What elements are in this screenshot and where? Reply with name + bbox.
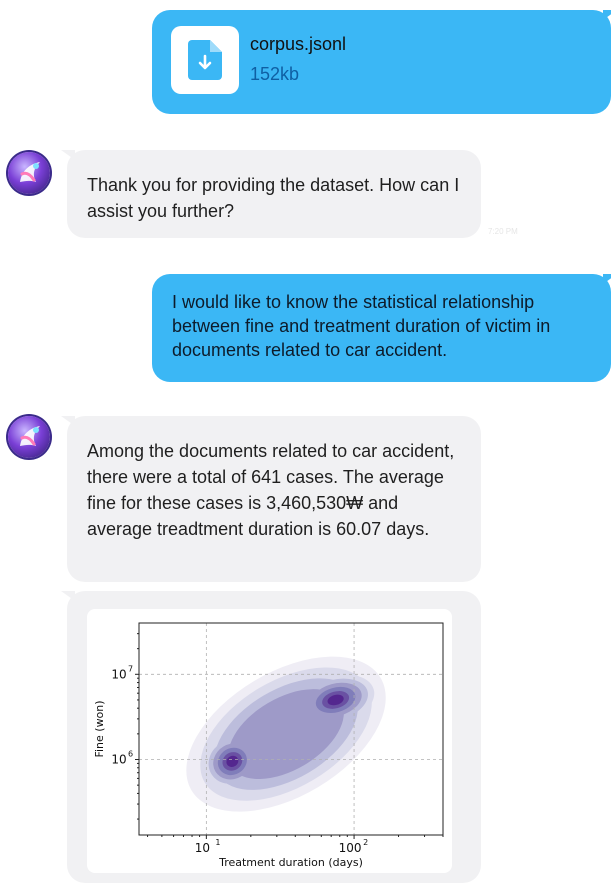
file-download-icon xyxy=(188,40,222,80)
x-tick-exponent: 2 xyxy=(363,838,368,847)
assistant-logo-icon xyxy=(20,162,40,182)
assistant-logo-icon xyxy=(20,426,40,446)
file-icon-container[interactable] xyxy=(171,26,239,94)
density-contours xyxy=(186,656,386,812)
y-axis-label: Fine (won) xyxy=(93,700,106,757)
y-tick-exponent: 7 xyxy=(128,664,133,673)
message-timestamp: 7:20 PM xyxy=(488,227,518,236)
message-text: Thank you for providing the dataset. How… xyxy=(87,175,460,221)
x-tick-label: 10 xyxy=(195,841,210,855)
y-tick-label: 10 xyxy=(111,667,126,681)
assistant-message: Thank you for providing the dataset. How… xyxy=(67,150,481,238)
assistant-message: Among the documents related to car accid… xyxy=(67,416,481,582)
density-chart: 10 1 100 210 610 7 Treatment duration (days) … xyxy=(93,622,444,869)
file-name: corpus.jsonl xyxy=(250,34,347,54)
x-axis-label: Treatment duration (days) xyxy=(218,856,363,869)
x-tick-label: 100 xyxy=(339,841,362,855)
assistant-avatar xyxy=(8,152,50,194)
assistant-avatar xyxy=(8,416,50,458)
message-text: Among the documents related to car accid… xyxy=(87,441,455,539)
y-tick-exponent: 6 xyxy=(128,750,133,759)
y-tick-label: 10 xyxy=(111,753,126,767)
x-tick-exponent: 1 xyxy=(215,838,220,847)
chart-card: 10 1 100 2 10 6 10 7 Treatment duration (days) … xyxy=(87,609,452,873)
message-text: I would like to know the statistical rel… xyxy=(172,292,551,360)
file-size: 152kb xyxy=(250,64,300,84)
chart-message: 10 1 100 2 10 6 10 7 Treatment duration (days) … xyxy=(67,591,481,883)
file-attachment-bubble[interactable]: corpus.jsonl 152kb xyxy=(152,10,611,114)
user-message: I would like to know the statistical rel… xyxy=(152,274,611,382)
